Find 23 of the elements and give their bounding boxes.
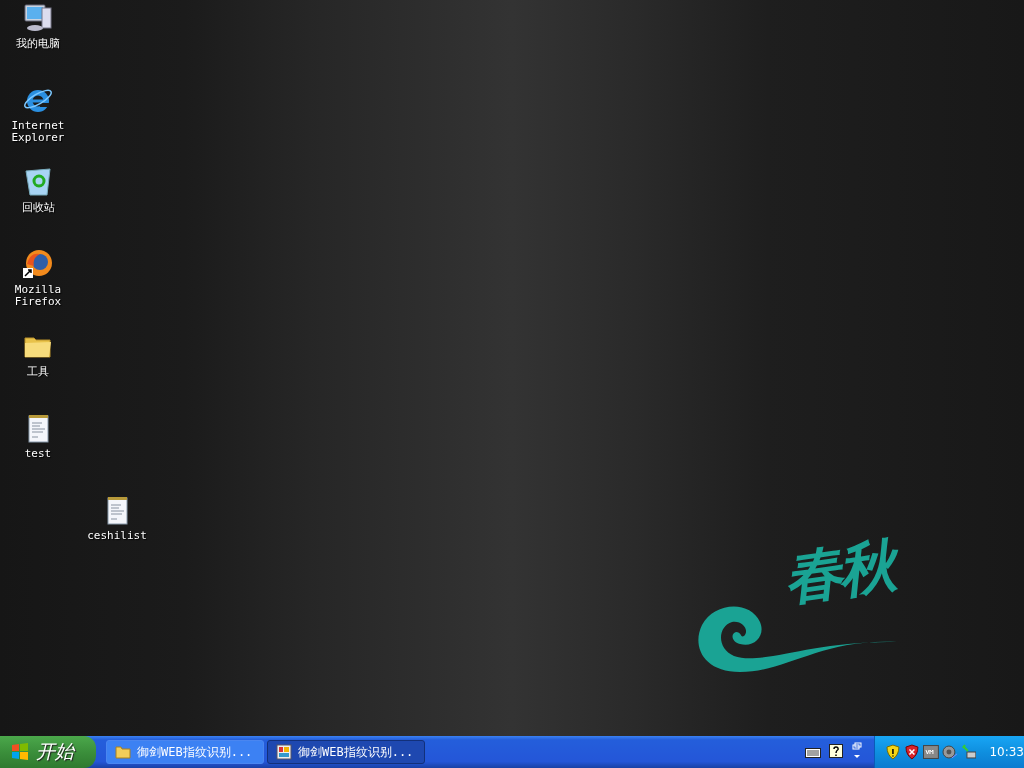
folder-icon [115,744,131,760]
desktop-icon-label[interactable]: 回收站 [21,202,55,214]
taskbar-button[interactable]: 御剑WEB指纹识别... [267,740,425,764]
vm-icon[interactable] [922,744,939,760]
app-window-icon [276,744,292,760]
firefox-icon [22,248,54,280]
shield-icon[interactable] [885,744,901,760]
shield-icon[interactable] [903,744,920,760]
desktop-icon-label[interactable]: 我的电脑 [16,38,60,50]
keyboard-icon[interactable] [805,746,821,758]
taskbar-button[interactable]: 御剑WEB指纹识别... [106,740,264,764]
recycle-bin-icon [22,166,54,198]
help-icon[interactable] [829,744,844,760]
network-icon[interactable] [960,744,977,760]
start-button[interactable]: 开始 [0,736,96,768]
windows-logo-icon [10,742,30,762]
computer-icon [22,2,54,34]
desktop-icon-label[interactable]: test [24,448,52,460]
desktop-icon-label[interactable]: 工具 [27,366,49,378]
desktop-icon-label[interactable]: Mozilla Firefox [14,284,62,308]
desktop-icon-label[interactable]: Internet Explorer [11,120,65,144]
logo-text: 春秋 [780,532,896,612]
desktop-icon-label[interactable]: ceshilist [87,530,147,542]
